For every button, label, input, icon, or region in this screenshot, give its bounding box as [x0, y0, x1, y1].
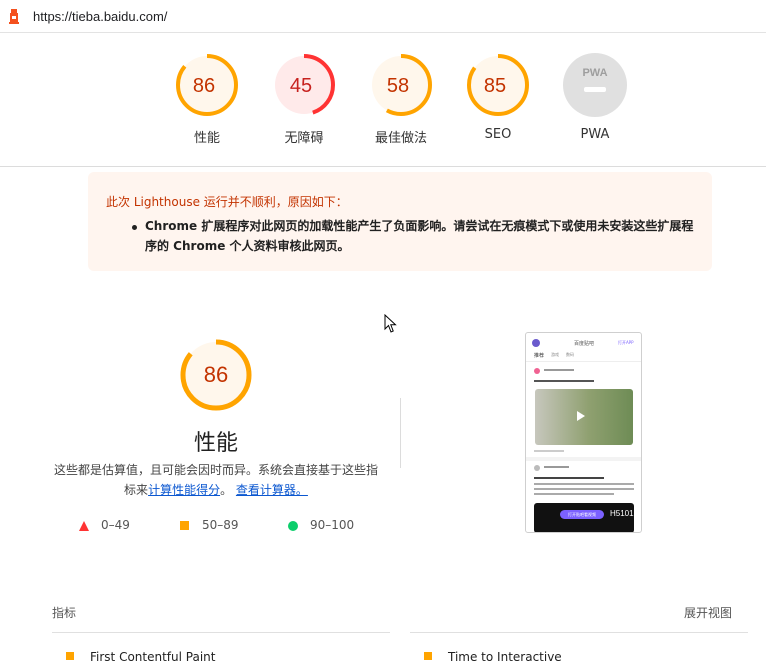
url-text[interactable]: https://tieba.baidu.com/ — [33, 9, 167, 24]
gauge-label: 无障碍 — [284, 131, 324, 146]
play-icon — [577, 411, 585, 421]
metric-fcp[interactable]: First Contentful Paint — [66, 650, 215, 664]
metric-title: First Contentful Paint — [90, 650, 216, 664]
pwa-badge-icon: PWA — [563, 53, 627, 117]
pwa-badge-text: PWA — [582, 67, 607, 79]
square-icon — [180, 520, 189, 530]
performance-title: 性能 — [193, 431, 238, 456]
circle-icon — [288, 520, 298, 531]
performance-description: 这些都是估算值，且可能会因时而异。系统会直接基于这些指标来计算性能得分。 查看计… — [51, 460, 381, 500]
divider — [400, 398, 401, 468]
gauge-score: 86 — [192, 75, 216, 97]
gauge-label: SEO — [484, 127, 512, 142]
triangle-icon — [79, 520, 89, 531]
gauge-label: PWA — [580, 127, 610, 142]
expand-view-button[interactable]: 展开视图 — [684, 604, 732, 621]
legend-range: 90–100 — [310, 518, 355, 532]
performance-gauge[interactable]: 86 — [180, 339, 252, 411]
square-icon — [66, 651, 74, 660]
gauge-score: 45 — [289, 75, 313, 97]
square-icon — [424, 651, 432, 660]
gauge-pwa[interactable]: PWA PWA — [560, 53, 630, 142]
thumb-tab: 游戏 — [551, 352, 559, 357]
thumb-open-app: 打开APP — [618, 340, 634, 345]
legend-pass: 90–100 — [288, 518, 354, 532]
thumb-tab: 推荐 — [534, 353, 545, 359]
warning-item: Chrome 扩展程序对此网页的加载性能产生了负面影响。请尝试在无痕模式下或使用… — [145, 219, 694, 253]
thumb-cta: 打开贴吧看视频 — [560, 510, 604, 519]
gauge-label: 性能 — [193, 131, 220, 146]
gauge-best-practices[interactable]: 58 最佳做法 — [366, 53, 436, 146]
runtime-warning: 此次 Lighthouse 运行并不顺利，原因如下： Chrome 扩展程序对此… — [88, 172, 712, 271]
address-bar[interactable]: https://tieba.baidu.com/ — [0, 0, 766, 33]
legend-range: 50–89 — [202, 518, 239, 532]
mouse-cursor-icon — [384, 314, 397, 333]
category-scores: 86 性能 45 无障碍 58 最佳做法 85 SEO PWA PWA — [0, 33, 766, 167]
legend-fail: 0–49 — [79, 518, 130, 532]
gauge-seo[interactable]: 85 SEO — [463, 53, 533, 142]
gauge-accessibility[interactable]: 45 无障碍 — [269, 53, 339, 146]
app-logo-icon — [532, 339, 540, 347]
divider — [52, 632, 390, 633]
final-screenshot[interactable]: 百度贴吧 打开APP 推荐 游戏 数码 打开贴吧看视频 H5101 — [525, 332, 642, 533]
performance-score: 86 — [203, 362, 229, 387]
legend-average: 50–89 — [180, 518, 239, 532]
lighthouse-icon — [9, 9, 19, 24]
metric-title: Time to Interactive — [448, 650, 562, 664]
description-punct: 。 — [220, 483, 233, 497]
legend-range: 0–49 — [101, 518, 130, 532]
gauge-score: 58 — [386, 75, 410, 97]
gauge-performance[interactable]: 86 性能 — [172, 53, 242, 146]
thumb-banner-text: H5101 — [610, 509, 634, 518]
warning-heading: 此次 Lighthouse 运行并不顺利，原因如下： — [106, 195, 348, 209]
bullet-icon — [132, 225, 137, 230]
view-calculator-link[interactable]: 查看计算器。 — [236, 483, 308, 497]
thumb-tab: 数码 — [566, 352, 574, 357]
calc-score-link[interactable]: 计算性能得分 — [148, 483, 220, 497]
gauge-label: 最佳做法 — [374, 131, 427, 146]
gauge-score: 85 — [483, 75, 507, 97]
metric-tti[interactable]: Time to Interactive — [424, 650, 562, 664]
thumb-header: 百度贴吧 — [574, 341, 595, 347]
metrics-label: 指标 — [52, 606, 77, 620]
divider — [410, 632, 748, 633]
